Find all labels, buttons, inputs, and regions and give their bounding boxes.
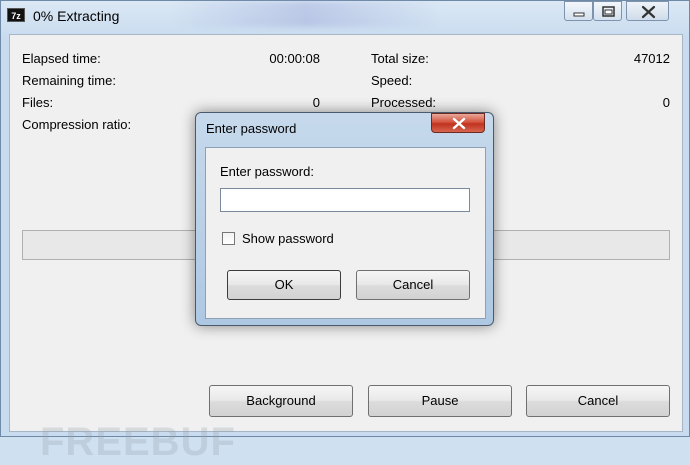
speed-label: Speed:: [371, 73, 413, 88]
dialog-close-button[interactable]: [431, 113, 485, 133]
freebuf-watermark: FREEBUF: [40, 420, 236, 464]
title-bar-blur: [171, 1, 441, 27]
close-button[interactable]: [626, 1, 669, 21]
minimize-icon: [573, 12, 585, 17]
show-password-label[interactable]: Show password: [242, 231, 334, 246]
files-value: 0: [312, 95, 320, 110]
window-title: 0% Extracting: [33, 8, 120, 24]
restore-button[interactable]: [593, 1, 622, 21]
files-label: Files:: [22, 95, 54, 110]
cancel-button[interactable]: Cancel: [526, 385, 670, 417]
background-button[interactable]: Background: [209, 385, 353, 417]
restore-icon: [602, 6, 615, 17]
ok-button[interactable]: OK: [227, 270, 341, 300]
dialog-client-area: Enter password: Show password OK Cancel: [205, 147, 486, 319]
close-icon: [641, 5, 656, 19]
total-size-label: Total size:: [371, 51, 429, 66]
title-bar[interactable]: 7z 0% Extracting: [1, 1, 689, 31]
password-input[interactable]: [220, 188, 470, 212]
elapsed-time-label: Elapsed time:: [22, 51, 101, 66]
7zip-app-icon: 7z: [7, 8, 25, 22]
dialog-cancel-button[interactable]: Cancel: [356, 270, 470, 300]
pause-button[interactable]: Pause: [368, 385, 512, 417]
show-password-checkbox[interactable]: [222, 232, 235, 245]
processed-label: Processed:: [371, 95, 437, 110]
dialog-title: Enter password: [206, 121, 297, 136]
minimize-button[interactable]: [564, 1, 593, 21]
processed-value: 0: [662, 95, 670, 110]
compression-ratio-label: Compression ratio:: [22, 117, 132, 132]
remaining-time-label: Remaining time:: [22, 73, 116, 88]
password-prompt-label: Enter password:: [220, 164, 314, 179]
elapsed-time-value: 00:00:08: [269, 51, 320, 66]
close-icon: [452, 117, 466, 130]
total-size-value: 47012: [633, 51, 670, 66]
enter-password-dialog: Enter password Enter password: Show pass…: [195, 112, 494, 326]
